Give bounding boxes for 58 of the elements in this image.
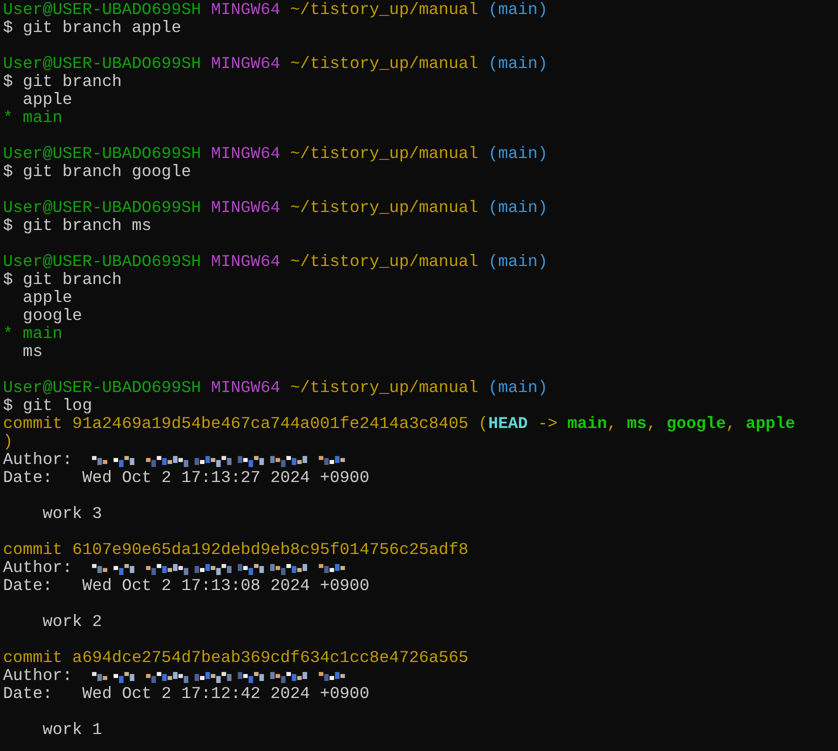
prompt-path: ~/tistory_up/manual	[290, 0, 480, 19]
commit-text: ->	[536, 414, 559, 433]
terminal-text: Date: Wed Oct 2 17:12:42 2024 +0900	[3, 684, 370, 703]
terminal-text: $ git branch ms	[3, 216, 152, 235]
terminal-text: work 1	[42, 720, 102, 739]
prompt-user: User@USER-UBADO699SH	[3, 198, 202, 217]
prompt-path: ~/tistory_up/manual	[290, 144, 480, 163]
commit-text: commit 6107e90e65da192debd9eb8c95f014756c25adf8	[3, 540, 468, 559]
terminal-text: $ git branch google	[3, 162, 192, 181]
terminal-text: work 2	[42, 612, 102, 631]
branch-ref: google	[666, 414, 726, 433]
prompt-user: User@USER-UBADO699SH	[3, 252, 202, 271]
terminal-text: apple	[22, 90, 72, 109]
commit-text: ,	[726, 414, 737, 433]
prompt-host: MINGW64	[210, 198, 282, 217]
terminal-text: work 3	[42, 504, 102, 523]
terminal-text: apple	[22, 288, 72, 307]
prompt-host: MINGW64	[210, 54, 282, 73]
prompt-path: ~/tistory_up/manual	[290, 54, 480, 73]
terminal-text: $ git branch apple	[3, 18, 182, 37]
terminal-text: Date: Wed Oct 2 17:13:08 2024 +0900	[3, 576, 370, 595]
head-ref: HEAD	[488, 414, 528, 433]
commit-text: ,	[607, 414, 618, 433]
prompt-branch: (main)	[488, 54, 548, 73]
terminal-text: $ git log	[3, 396, 92, 415]
terminal-text: Author:	[3, 558, 72, 577]
prompt-path: ~/tistory_up/manual	[290, 252, 480, 271]
commit-text: commit a694dce2754d7beab369cdf634c1cc8e4726a565	[3, 648, 468, 667]
prompt-branch: (main)	[488, 0, 548, 19]
prompt-branch: (main)	[488, 198, 548, 217]
prompt-host: MINGW64	[210, 378, 282, 397]
prompt-branch: (main)	[488, 378, 548, 397]
prompt-path: ~/tistory_up/manual	[290, 378, 480, 397]
prompt-user: User@USER-UBADO699SH	[3, 0, 202, 19]
commit-text: ,	[646, 414, 658, 433]
terminal-text: google	[22, 306, 82, 325]
prompt-user: User@USER-UBADO699SH	[3, 54, 202, 73]
prompt-user: User@USER-UBADO699SH	[3, 378, 202, 397]
terminal-text: $ git branch	[3, 270, 122, 289]
commit-text: commit 91a2469a19d54be467ca744a001fe2414a3c8405 (	[3, 414, 488, 433]
prompt-host: MINGW64	[210, 144, 282, 163]
branch-ref: apple	[746, 414, 796, 433]
terminal-text: Author:	[3, 666, 72, 685]
current-branch: * main	[3, 324, 62, 343]
terminal-text: ms	[22, 342, 43, 361]
prompt-branch: (main)	[488, 144, 548, 163]
prompt-host: MINGW64	[210, 0, 282, 19]
prompt-branch: (main)	[488, 252, 548, 271]
branch-ref: ms	[626, 414, 647, 433]
branch-ref: main	[567, 414, 608, 433]
terminal-text: Author:	[3, 450, 72, 469]
prompt-path: ~/tistory_up/manual	[290, 198, 480, 217]
prompt-host: MINGW64	[210, 252, 282, 271]
commit-text: )	[3, 432, 13, 451]
terminal-text: $ git branch	[3, 72, 122, 91]
current-branch: * main	[3, 108, 62, 127]
terminal-text: Date: Wed Oct 2 17:13:27 2024 +0900	[3, 468, 370, 487]
prompt-user: User@USER-UBADO699SH	[3, 144, 202, 163]
